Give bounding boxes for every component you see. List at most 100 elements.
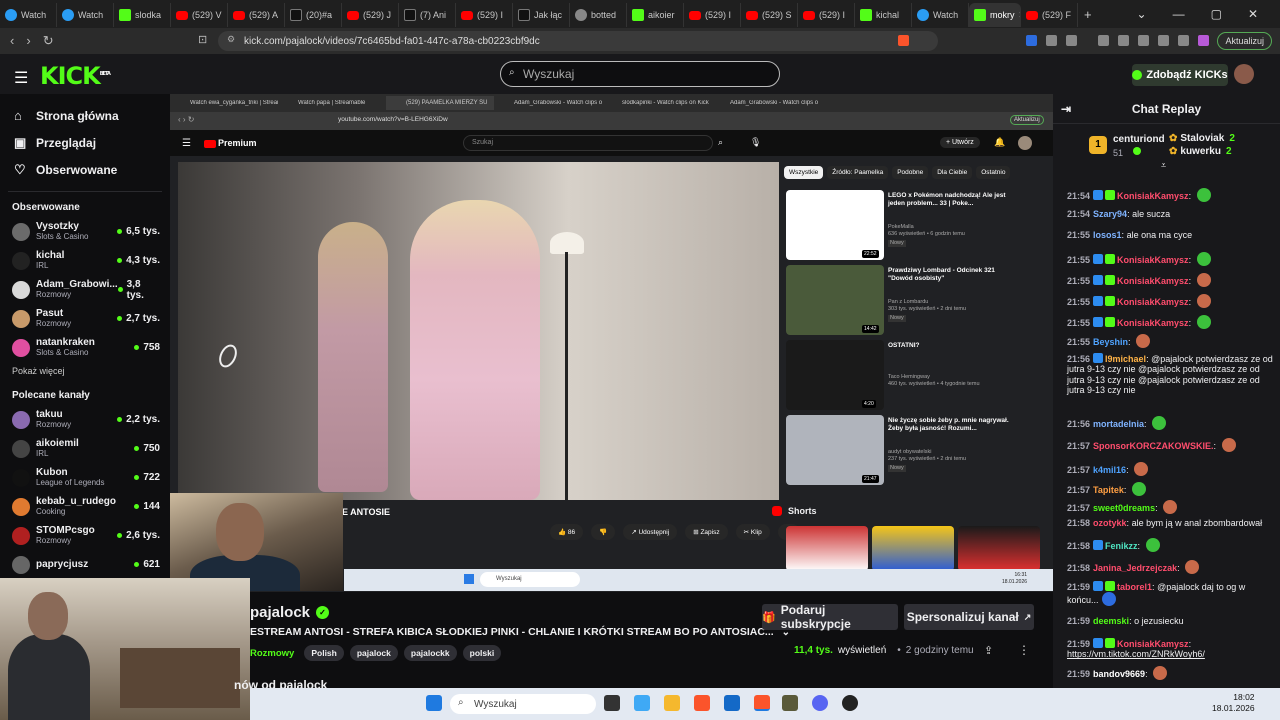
browser-tab[interactable]: (529) I <box>684 3 741 27</box>
chat-username[interactable]: k4mil16 <box>1093 465 1126 475</box>
task-view-icon[interactable] <box>604 695 620 711</box>
close-window-icon[interactable]: ✕ <box>1248 7 1258 21</box>
pin-icon[interactable]: ⩡ <box>1161 160 1166 171</box>
obs-icon[interactable] <box>842 695 858 711</box>
browser-tab[interactable]: slodka <box>114 3 171 27</box>
gift-subscription-button[interactable]: 🎁 Podaruj subskrypcje <box>762 603 898 631</box>
browser-tab[interactable]: (7) Ani <box>399 3 456 27</box>
tag-chip[interactable]: Polish <box>304 645 344 661</box>
extension-icon[interactable] <box>1046 35 1057 46</box>
browser-tab[interactable]: (529) J <box>342 3 399 27</box>
chat-username[interactable]: KonisiakKamysz <box>1117 318 1189 328</box>
chat-username[interactable]: KonisiakKamysz <box>1117 255 1189 265</box>
chat-username[interactable]: l9michael <box>1105 354 1146 364</box>
extension-icon[interactable] <box>1026 35 1037 46</box>
show-more-link[interactable]: Pokaż więcej <box>0 366 170 376</box>
menu-icon[interactable]: ☰ <box>14 68 28 88</box>
chat-username[interactable]: KonisiakKamysz <box>1117 639 1189 649</box>
app-icon[interactable] <box>782 695 798 711</box>
browser-tab[interactable]: (529) I <box>456 3 513 27</box>
share-icon[interactable]: ⇪ <box>984 644 993 657</box>
category-link[interactable]: Rozmowy <box>250 648 294 659</box>
browser-tab[interactable]: Watch <box>912 3 969 27</box>
copilot-icon[interactable] <box>634 695 650 711</box>
sidebar-item-home[interactable]: ⌂ Strona główna <box>0 102 170 129</box>
explorer-icon[interactable] <box>664 695 680 711</box>
chat-text[interactable]: https://vm.tiktok.com/ZNRkWoyh6/ <box>1067 649 1205 659</box>
channel-item[interactable]: paprycjusz 621 <box>0 550 170 579</box>
back-icon[interactable]: ‹ <box>10 33 14 49</box>
tag-chip[interactable]: polski <box>462 645 502 661</box>
brave-shield-icon[interactable] <box>898 35 909 46</box>
channel-item[interactable]: Pasut Rozmowy 2,7 tys. <box>0 304 170 333</box>
chat-username[interactable]: Beyshin <box>1093 337 1128 347</box>
chat-username[interactable]: Janina_Jedrzejczak <box>1093 563 1177 573</box>
browser-tab[interactable]: (20)#a <box>285 3 342 27</box>
chat-username[interactable]: Tapitek <box>1093 485 1124 495</box>
channel-item[interactable]: Vysotzky Slots & Casino 6,5 tys. <box>0 217 170 246</box>
chat-username[interactable]: losos1 <box>1093 230 1122 240</box>
site-info-icon[interactable]: ⚙ <box>227 34 235 45</box>
wallet-icon[interactable] <box>1198 35 1209 46</box>
get-kicks-button[interactable]: Zdobądź KICKs <box>1132 64 1228 86</box>
chat-username[interactable]: deemski <box>1093 616 1129 626</box>
chat-username[interactable]: KonisiakKamysz <box>1117 276 1189 286</box>
chat-username[interactable]: mortadelnia <box>1093 419 1144 429</box>
customize-channel-button[interactable]: Spersonalizuj kanał ↗ <box>904 604 1034 630</box>
windows-start-icon[interactable] <box>426 695 442 711</box>
vpn-icon[interactable] <box>1178 35 1189 46</box>
browser-tab[interactable]: (529) V <box>171 3 228 27</box>
sidebar-item-heart[interactable]: ♡ Obserwowane <box>0 156 170 183</box>
chat-username[interactable]: taborel1 <box>1117 582 1152 592</box>
browser-tab[interactable]: Jak łąc <box>513 3 570 27</box>
channel-item[interactable]: Kubon League of Legends 722 <box>0 463 170 492</box>
browser-tab[interactable]: kichal <box>855 3 912 27</box>
url-bar[interactable]: ⚙ kick.com/pajalock/videos/7c6465bd-fa01… <box>218 31 938 51</box>
tab-search-icon[interactable]: ⌄ <box>1137 7 1147 21</box>
forward-icon[interactable]: › <box>26 33 30 49</box>
bookmark-icon[interactable]: ⊡ <box>198 33 207 46</box>
channel-name[interactable]: pajalock ✓ <box>250 604 330 621</box>
browser-tab[interactable]: (529) I <box>798 3 855 27</box>
chat-username[interactable]: Fenikzz <box>1105 541 1138 551</box>
browser-tab[interactable]: aikoier <box>627 3 684 27</box>
browser-tab[interactable]: mokry✕ <box>969 3 1021 27</box>
more-options-icon[interactable]: ⋮ <box>1018 643 1030 657</box>
chat-username[interactable]: bandov9669 <box>1093 669 1145 679</box>
chat-username[interactable]: SponsorKORCZAKOWSKIE. <box>1093 441 1214 451</box>
maximize-icon[interactable]: ▢ <box>1211 7 1222 21</box>
brave-active-icon[interactable] <box>754 695 770 711</box>
music-icon[interactable] <box>1098 35 1109 46</box>
extension-icon[interactable] <box>1066 35 1077 46</box>
browser-tab[interactable]: Watch <box>57 3 114 27</box>
store-icon[interactable] <box>724 695 740 711</box>
browser-tab[interactable]: botted <box>570 3 627 27</box>
channel-item[interactable]: Adam_Grabowi... Rozmowy 3,8 tys. <box>0 275 170 304</box>
tag-chip[interactable]: pajalockk <box>403 645 457 661</box>
chat-username[interactable]: KonisiakKamysz <box>1117 191 1189 201</box>
channel-item[interactable]: kichal IRL 4,3 tys. <box>0 246 170 275</box>
user-avatar[interactable] <box>1234 64 1254 84</box>
new-tab-icon[interactable]: + <box>1078 7 1092 22</box>
sidebar-icon[interactable] <box>1118 35 1129 46</box>
channel-item[interactable]: STOMPcsgo Rozmowy 2,6 tys. <box>0 521 170 550</box>
browser-tab[interactable]: (529) A <box>228 3 285 27</box>
sidebar-item-browse[interactable]: ▣ Przeglądaj <box>0 129 170 156</box>
update-button[interactable]: Aktualizuj <box>1217 32 1272 50</box>
browser-tab[interactable]: (529) S <box>741 3 798 27</box>
channel-item[interactable]: aikoiemil IRL 750 <box>0 434 170 463</box>
ai-icon[interactable] <box>1158 35 1169 46</box>
kick-logo[interactable]: KICKBETA <box>40 62 111 90</box>
tag-chip[interactable]: pajalock <box>349 645 398 661</box>
discord-icon[interactable] <box>812 695 828 711</box>
brave-icon[interactable] <box>694 695 710 711</box>
channel-item[interactable]: kebab_u_rudego Cooking 144 <box>0 492 170 521</box>
minimize-icon[interactable]: — <box>1173 7 1185 21</box>
extension-icon[interactable] <box>1138 35 1149 46</box>
chat-username[interactable]: ozotykk <box>1093 518 1127 528</box>
collapse-chat-icon[interactable]: ⇥ <box>1061 94 1071 124</box>
reload-icon[interactable]: ↻ <box>43 33 54 49</box>
search-input[interactable]: ⌕ Wyszukaj <box>500 61 780 87</box>
chat-username[interactable]: KonisiakKamysz <box>1117 297 1189 307</box>
chat-username[interactable]: Szary94 <box>1093 209 1127 219</box>
